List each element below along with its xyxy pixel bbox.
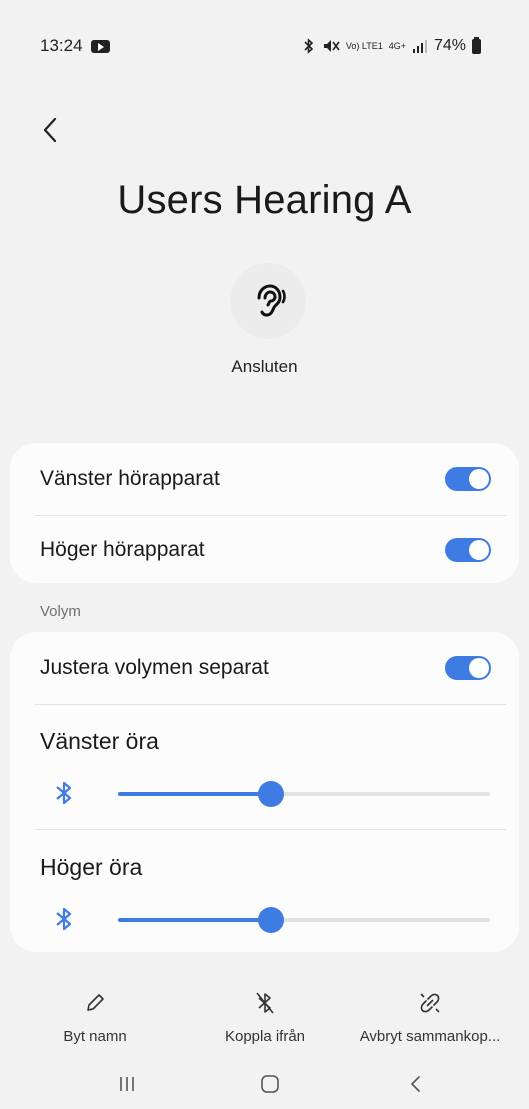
mute-icon bbox=[323, 40, 340, 52]
status-right: Vo) LTE1 4G+ 74% bbox=[302, 36, 481, 55]
nav-back-button[interactable] bbox=[385, 1062, 445, 1106]
back-button[interactable] bbox=[30, 110, 70, 150]
system-nav-bar bbox=[0, 1062, 529, 1109]
nav-back-icon bbox=[411, 1076, 420, 1092]
hearing-aids-card: Vänster hörapparat Höger hörapparat bbox=[10, 443, 519, 583]
slider-thumb[interactable] bbox=[257, 907, 284, 933]
slider-thumb[interactable] bbox=[257, 781, 284, 807]
bluetooth-icon bbox=[56, 907, 72, 931]
battery-icon bbox=[472, 36, 481, 54]
bluetooth-off-icon bbox=[252, 990, 278, 1016]
battery-percent: 74% bbox=[433, 37, 466, 54]
home-icon bbox=[261, 1075, 279, 1093]
left-ear-label: Vänster öra bbox=[40, 728, 159, 754]
pencil-icon bbox=[82, 990, 108, 1016]
connection-status: Ansluten bbox=[231, 357, 298, 376]
chevron-left-icon bbox=[43, 117, 57, 143]
right-hearing-aid-label: Höger hörapparat bbox=[40, 537, 205, 561]
separate-volume-label: Justera volymen separat bbox=[40, 656, 269, 679]
unpair-label: Avbryt sammankop... bbox=[359, 1028, 501, 1045]
right-ear-slider[interactable] bbox=[40, 904, 490, 934]
rename-button[interactable]: Byt namn bbox=[20, 990, 170, 1045]
ear-icon bbox=[257, 284, 286, 317]
volume-section-header: Volym bbox=[40, 603, 81, 620]
rename-label: Byt namn bbox=[63, 1028, 127, 1045]
left-hearing-aid-toggle[interactable] bbox=[445, 467, 491, 491]
status-time: 13:24 bbox=[40, 36, 83, 55]
disconnect-button[interactable]: Koppla ifrån bbox=[190, 990, 340, 1045]
slider-track[interactable] bbox=[118, 781, 490, 807]
right-hearing-aid-row[interactable]: Höger hörapparat bbox=[10, 516, 519, 583]
slider-fill bbox=[118, 918, 271, 922]
volume-card: Justera volymen separat Vänster öra Höge… bbox=[10, 632, 519, 952]
divider bbox=[35, 829, 506, 830]
youtube-notification-icon bbox=[90, 39, 110, 53]
page-title: Users Hearing A bbox=[117, 178, 412, 222]
device-icon-container bbox=[230, 263, 306, 339]
home-button[interactable] bbox=[240, 1062, 300, 1106]
disconnect-label: Koppla ifrån bbox=[224, 1028, 306, 1045]
left-hearing-aid-row[interactable]: Vänster hörapparat bbox=[10, 443, 519, 515]
divider bbox=[35, 704, 506, 705]
recent-apps-button[interactable] bbox=[97, 1062, 157, 1106]
slider-fill bbox=[118, 792, 271, 796]
bottom-actions: Byt namn Koppla ifrån Avbryt sammankop..… bbox=[0, 990, 529, 1060]
left-hearing-aid-label: Vänster hörapparat bbox=[40, 467, 220, 490]
status-left: 13:24 bbox=[40, 36, 110, 56]
bluetooth-icon bbox=[56, 781, 72, 805]
slider-track[interactable] bbox=[118, 907, 490, 933]
left-ear-slider[interactable] bbox=[40, 778, 490, 808]
volte-indicator: Vo) LTE1 bbox=[345, 40, 383, 51]
network-type: 4G+ bbox=[388, 40, 406, 51]
right-hearing-aid-toggle[interactable] bbox=[445, 537, 491, 562]
status-bar: 13:24 Vo) LTE1 4G+ 74% bbox=[0, 0, 529, 92]
separate-volume-row[interactable]: Justera volymen separat bbox=[10, 632, 519, 704]
right-ear-label: Höger öra bbox=[40, 854, 143, 880]
signal-icon bbox=[412, 40, 427, 53]
unpair-button[interactable]: Avbryt sammankop... bbox=[355, 990, 505, 1045]
bluetooth-status-icon bbox=[304, 38, 314, 54]
unlink-icon bbox=[417, 990, 443, 1016]
recent-apps-icon bbox=[120, 1077, 134, 1091]
separate-volume-toggle[interactable] bbox=[445, 656, 491, 680]
